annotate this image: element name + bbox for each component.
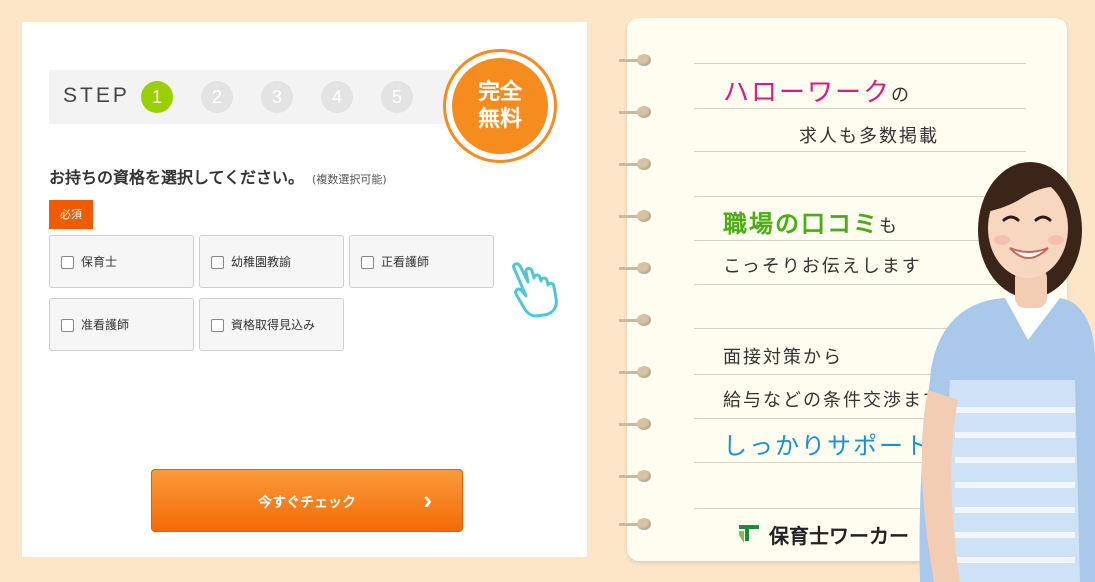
reviews-line: 職場の口コミも — [723, 204, 899, 239]
binder-ring-icon — [619, 518, 657, 530]
binder-ring-icon — [619, 54, 657, 66]
check-now-button[interactable]: 今すぐチェック › — [151, 469, 463, 532]
option-assistant-nurse[interactable]: 准看護師 — [49, 298, 194, 351]
reviews-text: 職場の口コミ — [723, 210, 879, 238]
free-badge: 完全 無料 — [443, 49, 557, 163]
checkbox[interactable] — [61, 256, 74, 269]
step-4-indicator: 4 — [321, 81, 353, 113]
full-support-line: しっかりサポート — [723, 432, 931, 460]
step-progress-bar: STEP 1 2 3 4 5 — [49, 70, 459, 124]
option-label: 保育士 — [81, 255, 118, 269]
step-1-indicator: 1 — [141, 81, 173, 113]
binder-ring-icon — [619, 314, 657, 326]
binder-ring-icon — [619, 470, 657, 482]
binder-ring-icon — [619, 158, 657, 170]
step-5-indicator: 5 — [381, 81, 413, 113]
hellowork-text: ハローワーク — [723, 78, 892, 108]
checkbox[interactable] — [211, 319, 224, 332]
binder-ring-icon — [619, 366, 657, 378]
option-label: 幼稚園教諭 — [231, 255, 292, 269]
option-registered-nurse[interactable]: 正看護師 — [349, 235, 494, 288]
check-now-label: 今すぐチェック — [258, 494, 356, 510]
step-label: STEP — [63, 84, 130, 107]
many-jobs-line: 求人も多数掲載 — [799, 126, 939, 147]
qualification-form: STEP 1 2 3 4 5 完全 無料 お持ちの資格を選択してください。 (複数… — [22, 22, 587, 557]
binder-ring-icon — [619, 210, 657, 222]
binder-ring-icon — [619, 262, 657, 274]
brand-name: 保育士ワーカー — [769, 524, 909, 548]
option-kindergarten-teacher[interactable]: 幼稚園教諭 — [199, 235, 344, 288]
question-text: お持ちの資格を選択してください。 — [49, 168, 305, 187]
step-3-indicator: 3 — [261, 81, 293, 113]
step-2-indicator: 2 — [201, 81, 233, 113]
reviews-particle: も — [879, 216, 899, 237]
option-hoikushi[interactable]: 保育士 — [49, 235, 194, 288]
option-label: 正看護師 — [381, 255, 430, 269]
hellowork-line: ハローワークの — [723, 72, 911, 109]
binder-ring-icon — [619, 418, 657, 430]
question-note: (複数選択可能) — [312, 173, 387, 186]
option-prospective-license[interactable]: 資格取得見込み — [199, 298, 344, 351]
interview-prep-line: 面接対策から — [723, 347, 843, 368]
checkbox[interactable] — [211, 256, 224, 269]
pointing-hand-icon — [512, 262, 558, 318]
secretly-tell-line: こっそりお伝えします — [723, 256, 922, 277]
question-heading: お持ちの資格を選択してください。 (複数選択可能) — [49, 164, 387, 188]
brand-logo-icon — [739, 525, 759, 543]
required-badge: 必須 — [49, 200, 93, 229]
free-badge-line1: 完全 — [477, 80, 522, 105]
chevron-right-icon: › — [423, 485, 432, 515]
checkbox[interactable] — [361, 256, 374, 269]
smiling-caregiver-image — [919, 162, 1095, 582]
free-badge-line2: 無料 — [477, 107, 522, 132]
option-label: 准看護師 — [81, 318, 130, 332]
option-label: 資格取得見込み — [231, 318, 316, 332]
ruled-line — [694, 63, 1026, 64]
checkbox[interactable] — [61, 319, 74, 332]
hellowork-particle: の — [891, 85, 912, 106]
binder-ring-icon — [619, 106, 657, 118]
